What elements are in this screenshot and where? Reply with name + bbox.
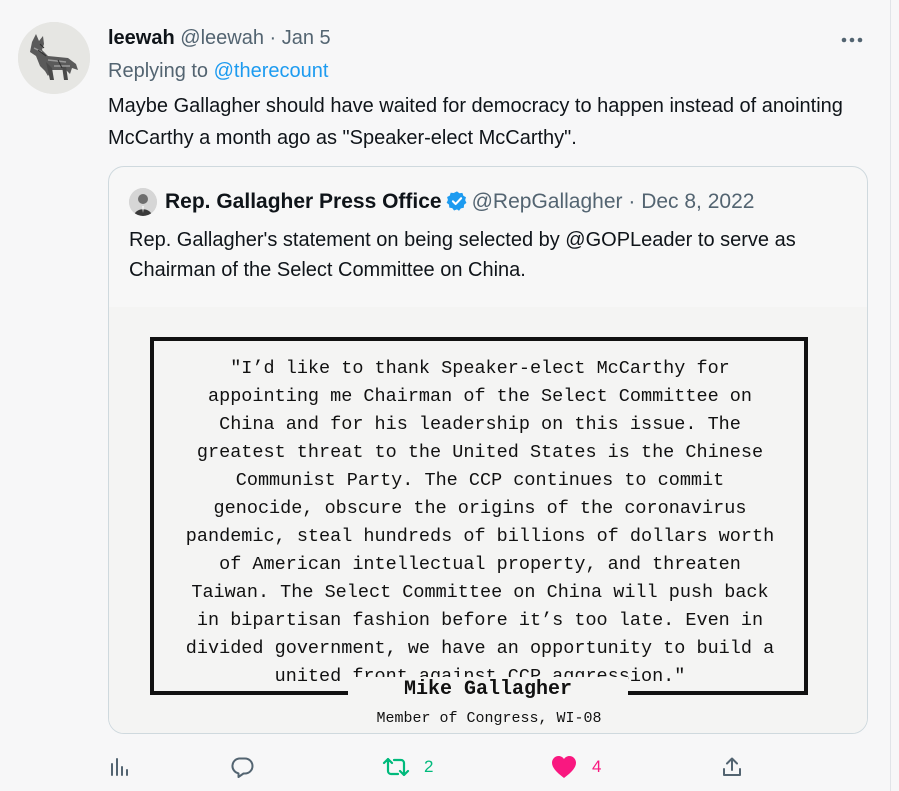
header-separator: · [269, 27, 277, 49]
statement-line: divided government, we have an opportuni… [185, 638, 775, 659]
share-icon [723, 757, 741, 776]
statement-line: China and for his leadership on this iss… [219, 414, 741, 435]
signature-name: Mike Gallagher [403, 678, 573, 701]
quoted-separator: · [628, 190, 636, 213]
quoted-tweet[interactable]: Rep. Gallagher Press Office @RepGallaghe… [108, 166, 868, 734]
statement-line: of American intellectual property, and t… [219, 554, 741, 575]
more-horizontal-icon [841, 37, 863, 43]
replying-to: Replying to @therecount [108, 58, 328, 84]
display-name[interactable]: leewah [108, 27, 175, 49]
quoted-user-avatar[interactable] [129, 188, 157, 216]
user-avatar[interactable] [18, 22, 90, 94]
like-heart-icon [552, 756, 576, 778]
share-button[interactable] [720, 750, 744, 784]
statement-text: "I’d like to thank Speaker-elect McCarth… [155, 355, 805, 691]
like-button[interactable]: 4 [550, 750, 601, 784]
analytics-icon [111, 758, 128, 776]
more-options-button[interactable] [836, 24, 868, 52]
statement-line: greatest threat to the United States is … [196, 442, 764, 463]
fox-sculpture-avatar-image [18, 22, 90, 94]
retweet-count: 2 [424, 757, 434, 776]
statement-line: genocide, obscure the origins of the cor… [213, 498, 747, 519]
user-handle[interactable]: @leewah [180, 27, 264, 49]
statement-image[interactable]: "I’d like to thank Speaker-elect McCarth… [109, 307, 867, 733]
tweet-text: Maybe Gallagher should have waited for d… [108, 95, 843, 149]
statement-line: appointing me Chairman of the Select Com… [208, 386, 752, 407]
statement-line: "I’d like to thank Speaker-elect McCarth… [230, 358, 730, 379]
tweet-header: leewah @leewah · Jan 5 [108, 25, 331, 51]
timeline-border [890, 0, 891, 791]
like-count: 4 [592, 757, 602, 776]
statement-line: Taiwan. The Select Committee on China wi… [191, 582, 769, 603]
reply-button[interactable] [229, 750, 255, 784]
replying-prefix: Replying to [108, 60, 209, 82]
reply-icon [231, 757, 254, 778]
retweet-button[interactable]: 2 [382, 750, 433, 784]
tweet-card[interactable]: leewah @leewah · Jan 5 Replying to @ther… [0, 0, 890, 791]
tweet-date[interactable]: Jan 5 [282, 27, 331, 49]
quoted-header: Rep. Gallagher Press Office @RepGallaghe… [165, 188, 754, 220]
retweet-icon [382, 757, 410, 777]
statement-line: Communist Party. The CCP continues to co… [235, 470, 725, 491]
statement-line: pandemic, steal hundreds of billions of … [185, 526, 775, 547]
signature-title: Member of Congress, WI-08 [376, 710, 602, 727]
verified-badge-icon [446, 190, 468, 220]
quoted-text: Rep. Gallagher's statement on being sele… [129, 229, 796, 281]
quoted-handle[interactable]: @RepGallagher [472, 190, 623, 213]
quoted-date[interactable]: Dec 8, 2022 [641, 190, 754, 213]
statement-line: in bipartisan fashion before it’s too la… [196, 610, 764, 631]
analytics-button[interactable] [108, 750, 132, 784]
action-bar: 2 4 [108, 750, 868, 784]
quoted-display-name[interactable]: Rep. Gallagher Press Office [165, 190, 442, 213]
replying-to-link[interactable]: @therecount [214, 60, 329, 82]
portrait-avatar-image [129, 188, 157, 216]
